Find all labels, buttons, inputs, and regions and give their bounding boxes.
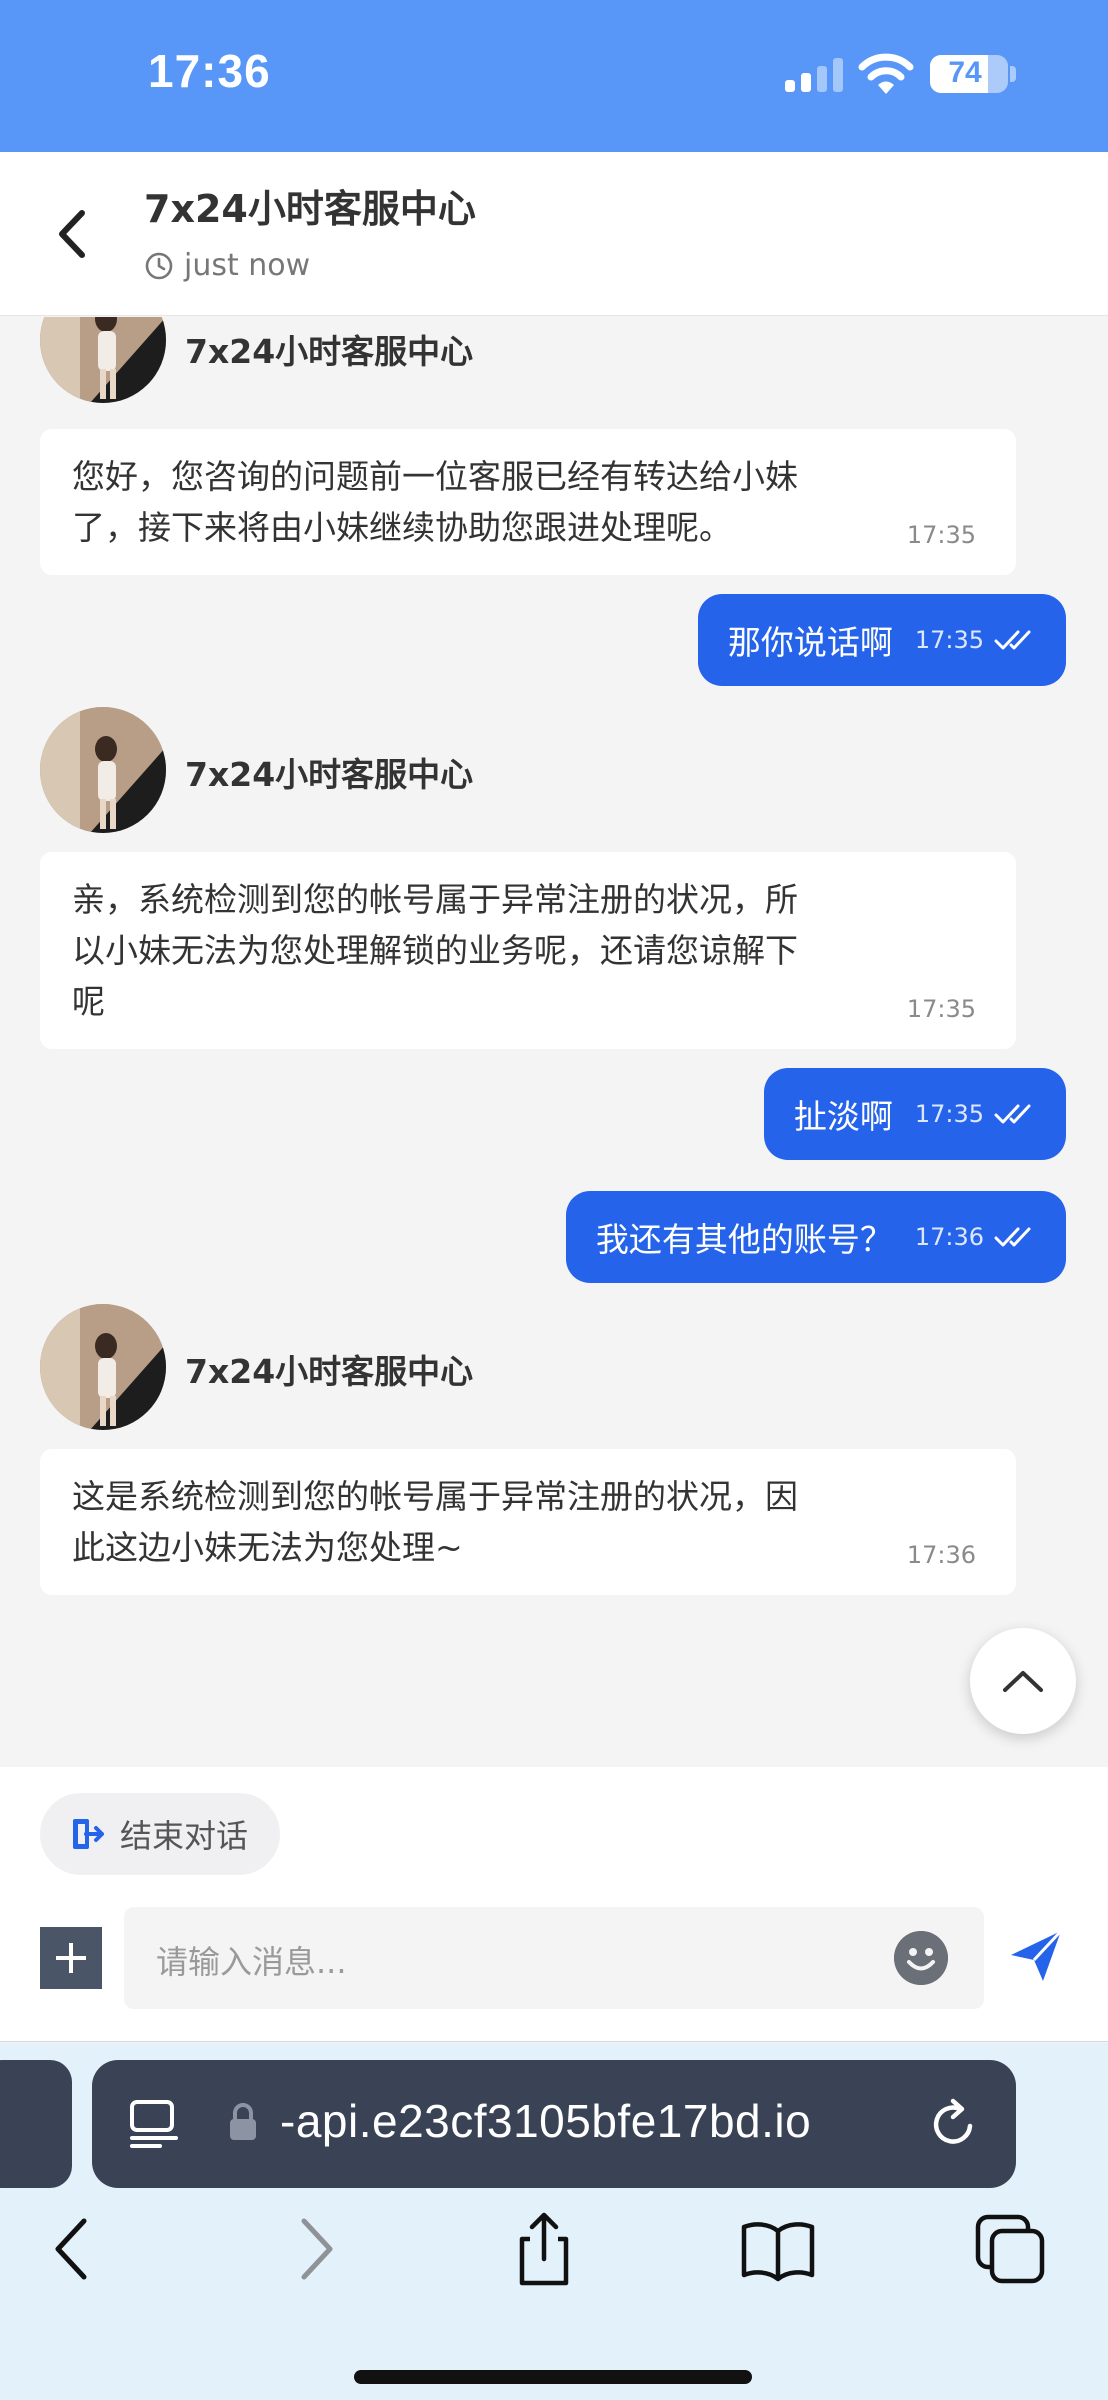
message-line: 此这边小妹无法为您处理~: [72, 1528, 463, 1567]
double-check-icon: [994, 630, 1031, 650]
message-line: 以小妹无法为您处理解锁的业务呢，还请您谅解下: [72, 931, 798, 970]
agent-avatar[interactable]: [40, 317, 166, 403]
double-check-icon: [994, 1227, 1031, 1247]
send-icon[interactable]: [1005, 1925, 1067, 1987]
agent-message: 亲，系统检测到您的帐号属于异常注册的状况，所 以小妹无法为您处理解锁的业务呢，还…: [40, 852, 1016, 1049]
agent-avatar[interactable]: [40, 1304, 166, 1430]
message-line: 这是系统检测到您的帐号属于异常注册的状况，因: [72, 1477, 798, 1516]
sender-name: 7x24小时客服中心: [185, 755, 474, 794]
url-text: -api.e23cf3105bfe17bd.io: [280, 2095, 812, 2147]
emoji-icon[interactable]: [894, 1931, 948, 1985]
agent-message: 这是系统检测到您的帐号属于异常注册的状况，因 此这边小妹无法为您处理~ 17:3…: [40, 1449, 1016, 1595]
plus-icon: [56, 1943, 86, 1973]
sender-name: 7x24小时客服中心: [185, 332, 474, 371]
bookmarks-icon[interactable]: [738, 2209, 818, 2289]
message-time: 17:36: [906, 1541, 976, 1569]
message-time: 17:35: [906, 995, 976, 1023]
user-message: 那你说话啊 17:35: [697, 594, 1066, 686]
tabs-icon[interactable]: [970, 2209, 1050, 2289]
message-text: 扯淡啊: [793, 1097, 893, 1136]
share-icon[interactable]: [504, 2209, 584, 2289]
status-bar: 17:36 74: [0, 0, 1108, 152]
battery-tip: [1010, 66, 1016, 82]
agent-avatar[interactable]: [40, 707, 166, 833]
back-chevron-icon[interactable]: [50, 207, 94, 261]
scroll-top-button[interactable]: [970, 1628, 1076, 1734]
message-time: 17:36: [914, 1223, 984, 1251]
end-chat-label: 结束对话: [120, 1817, 249, 1855]
wifi-icon: [858, 53, 914, 94]
battery-level: 74: [948, 56, 982, 89]
message-input[interactable]: 请输入消息...: [124, 1907, 984, 2009]
last-seen-text: just now: [184, 248, 311, 283]
user-message: 我还有其他的账号？ 17:36: [565, 1191, 1066, 1283]
battery-icon: 74: [930, 55, 1008, 93]
sender-name: 7x24小时客服中心: [185, 1352, 474, 1391]
message-line: 您好，您咨询的问题前一位客服已经有转达给小妹: [72, 457, 798, 496]
end-chat-button[interactable]: 结束对话: [40, 1793, 281, 1875]
message-line: 了，接下来将由小妹继续协助您跟进处理呢。: [72, 508, 732, 547]
message-list[interactable]: 7x24小时客服中心 您好，您咨询的问题前一位客服已经有转达给小妹 了，接下来将…: [0, 317, 1108, 1767]
message-line: 亲，系统检测到您的帐号属于异常注册的状况，所: [72, 880, 798, 919]
message-time: 17:35: [906, 521, 976, 549]
double-check-icon: [994, 1104, 1031, 1124]
agent-message: 您好，您咨询的问题前一位客服已经有转达给小妹 了，接下来将由小妹继续协助您跟进处…: [40, 429, 1016, 575]
attach-button[interactable]: [40, 1927, 102, 1989]
user-message: 扯淡啊 17:35: [763, 1068, 1066, 1160]
browser-toolbar: -api.e23cf3105bfe17bd.io: [0, 2043, 1108, 2400]
composer: 结束对话 请输入消息...: [0, 1767, 1108, 2042]
chat-header: 7x24小时客服中心 just now: [0, 152, 1108, 316]
page-title: 7x24小时客服中心: [144, 187, 476, 231]
signal-icon: [785, 58, 845, 92]
reload-icon[interactable]: [926, 2096, 982, 2152]
message-line: 呢: [72, 982, 105, 1021]
message-text: 那你说话啊: [727, 623, 893, 662]
message-text: 我还有其他的账号？: [595, 1220, 893, 1259]
message-time: 17:35: [914, 626, 984, 654]
home-indicator: [354, 2370, 752, 2384]
previous-tab[interactable]: [0, 2060, 72, 2188]
status-time: 17:36: [148, 45, 271, 97]
last-seen: just now: [144, 248, 310, 283]
message-time: 17:35: [914, 1100, 984, 1128]
address-bar[interactable]: -api.e23cf3105bfe17bd.io: [92, 2060, 1016, 2188]
lock-icon: [230, 2103, 256, 2140]
exit-icon: [73, 1819, 104, 1849]
browser-forward-icon[interactable]: [274, 2209, 354, 2289]
clock-icon: [145, 252, 173, 279]
reader-icon[interactable]: [128, 2098, 180, 2150]
browser-back-icon[interactable]: [34, 2209, 114, 2289]
message-input-placeholder: 请输入消息...: [156, 1943, 347, 1981]
chevron-up-icon: [1003, 1671, 1043, 1692]
